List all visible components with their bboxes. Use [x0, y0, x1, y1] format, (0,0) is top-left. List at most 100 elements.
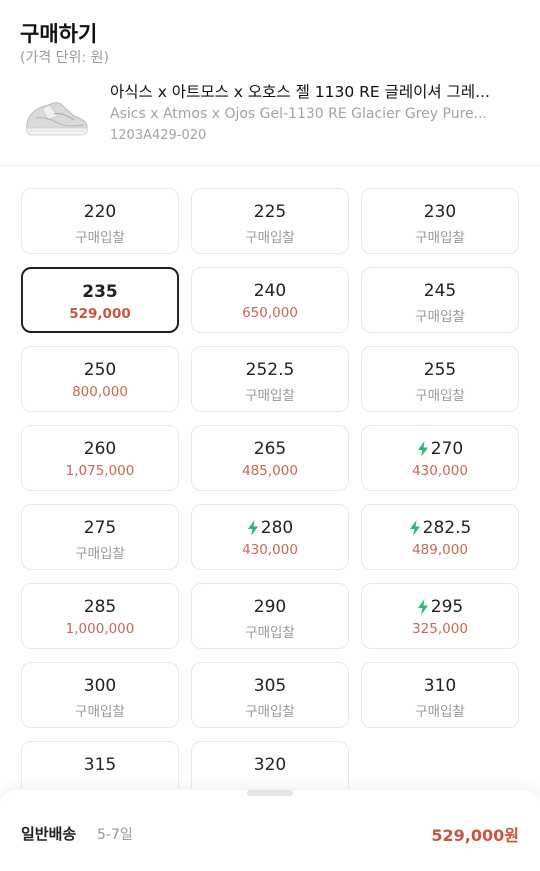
size-label-row: 235 — [23, 281, 177, 303]
product-name-english: Asics x Atmos x Ojos Gel-1130 RE Glacier… — [110, 106, 488, 122]
size-label-row: 282.5 — [362, 517, 518, 539]
size-label-row: 295 — [362, 596, 518, 618]
size-option-282-5[interactable]: 282.5 489,000 — [361, 504, 519, 570]
size-label-row: 320 — [192, 754, 348, 776]
size-label-row: 270 — [362, 438, 518, 460]
size-option-220[interactable]: 220 구매입찰 — [21, 188, 179, 254]
size-option-275[interactable]: 275 구매입찰 — [21, 504, 179, 570]
size-value: 290 — [253, 597, 287, 617]
drag-handle[interactable] — [247, 790, 293, 796]
size-bid-label: 구매입찰 — [245, 625, 295, 641]
size-value: 260 — [83, 439, 117, 459]
lightning-bolt-icon — [247, 520, 258, 536]
size-price: 529,000 — [69, 306, 131, 322]
size-option-260[interactable]: 260 1,075,000 — [21, 425, 179, 491]
size-bid-label: 구매입찰 — [245, 230, 295, 246]
size-label-row: 305 — [192, 675, 348, 697]
size-value: 252.5 — [245, 360, 295, 380]
size-option-230[interactable]: 230 구매입찰 — [361, 188, 519, 254]
size-label-row: 265 — [192, 438, 348, 460]
size-bid-label: 구매입찰 — [245, 388, 295, 404]
product-model-number: 1203A429-020 — [110, 128, 207, 143]
size-value: 295 — [430, 597, 464, 617]
size-value: 320 — [253, 755, 287, 775]
size-label-row: 220 — [22, 201, 178, 223]
size-bid-label: 구매입찰 — [415, 230, 465, 246]
size-option-285[interactable]: 285 1,000,000 — [21, 583, 179, 649]
size-option-240[interactable]: 240 650,000 — [191, 267, 349, 333]
size-value: 220 — [83, 202, 117, 222]
size-label-row: 300 — [22, 675, 178, 697]
size-value: 300 — [83, 676, 117, 696]
sneaker-image — [26, 102, 88, 136]
size-label-row: 315 — [22, 754, 178, 776]
size-grid: 220 구매입찰 225 구매입찰 230 구매입찰 235 529,000 240 650,00… — [21, 188, 519, 788]
lightning-bolt-icon — [409, 520, 420, 536]
size-option-255[interactable]: 255 구매입찰 — [361, 346, 519, 412]
size-value: 270 — [430, 439, 464, 459]
size-bid-label: 구매입찰 — [75, 546, 125, 562]
size-value: 275 — [83, 518, 117, 538]
size-option-235[interactable]: 235 529,000 — [21, 267, 179, 333]
size-label-row: 240 — [192, 280, 348, 302]
size-option-310[interactable]: 310 구매입찰 — [361, 662, 519, 728]
size-label-row: 310 — [362, 675, 518, 697]
size-label-row: 252.5 — [192, 359, 348, 381]
size-option-300[interactable]: 300 구매입찰 — [21, 662, 179, 728]
size-value: 245 — [423, 281, 457, 301]
size-option-225[interactable]: 225 구매입찰 — [191, 188, 349, 254]
size-price: 430,000 — [242, 542, 298, 558]
size-price: 650,000 — [242, 305, 298, 321]
size-label-row: 290 — [192, 596, 348, 618]
size-value: 280 — [260, 518, 294, 538]
size-price: 485,000 — [242, 463, 298, 479]
purchase-header: 구매하기 (가격 단위: 원) 아식스 x 아트모스 x 오호스 젤 1130 … — [0, 0, 540, 166]
size-bid-label: 구매입찰 — [245, 704, 295, 720]
size-option-250[interactable]: 250 800,000 — [21, 346, 179, 412]
size-price: 1,075,000 — [65, 463, 135, 479]
size-value: 250 — [83, 360, 117, 380]
size-value: 305 — [253, 676, 287, 696]
size-value: 310 — [423, 676, 457, 696]
size-label-row: 250 — [22, 359, 178, 381]
size-option-280[interactable]: 280 430,000 — [191, 504, 349, 570]
size-value: 235 — [82, 282, 118, 302]
shipping-duration: 5-7일 — [97, 827, 133, 843]
size-bid-label: 구매입찰 — [415, 388, 465, 404]
size-value: 285 — [83, 597, 117, 617]
size-option-265[interactable]: 265 485,000 — [191, 425, 349, 491]
size-value: 230 — [423, 202, 457, 222]
size-option-245[interactable]: 245 구매입찰 — [361, 267, 519, 333]
size-label-row: 255 — [362, 359, 518, 381]
size-price: 430,000 — [412, 463, 468, 479]
page-title: 구매하기 — [20, 22, 98, 46]
size-label-row: 280 — [192, 517, 348, 539]
size-label-row: 260 — [22, 438, 178, 460]
size-value: 282.5 — [422, 518, 472, 538]
size-label-row: 245 — [362, 280, 518, 302]
lightning-bolt-icon — [417, 599, 428, 615]
size-bid-label: 구매입찰 — [75, 230, 125, 246]
size-option-270[interactable]: 270 430,000 — [361, 425, 519, 491]
size-option-315[interactable]: 315 — [21, 741, 179, 788]
size-bid-label: 구매입찰 — [75, 704, 125, 720]
lightning-bolt-icon — [417, 441, 428, 457]
size-option-320[interactable]: 320 — [191, 741, 349, 788]
size-option-290[interactable]: 290 구매입찰 — [191, 583, 349, 649]
size-label-row: 285 — [22, 596, 178, 618]
size-value: 240 — [253, 281, 287, 301]
size-label-row: 230 — [362, 201, 518, 223]
shipping-option-label[interactable]: 일반배송 — [21, 823, 76, 844]
size-option-305[interactable]: 305 구매입찰 — [191, 662, 349, 728]
size-price: 489,000 — [412, 542, 468, 558]
size-value: 315 — [83, 755, 117, 775]
size-option-295[interactable]: 295 325,000 — [361, 583, 519, 649]
price-unit-note: (가격 단위: 원) — [20, 50, 109, 66]
size-price: 800,000 — [72, 384, 128, 400]
size-value: 255 — [423, 360, 457, 380]
size-price: 325,000 — [412, 621, 468, 637]
size-option-252-5[interactable]: 252.5 구매입찰 — [191, 346, 349, 412]
size-label-row: 275 — [22, 517, 178, 539]
size-value: 265 — [253, 439, 287, 459]
size-bid-label: 구매입찰 — [415, 309, 465, 325]
